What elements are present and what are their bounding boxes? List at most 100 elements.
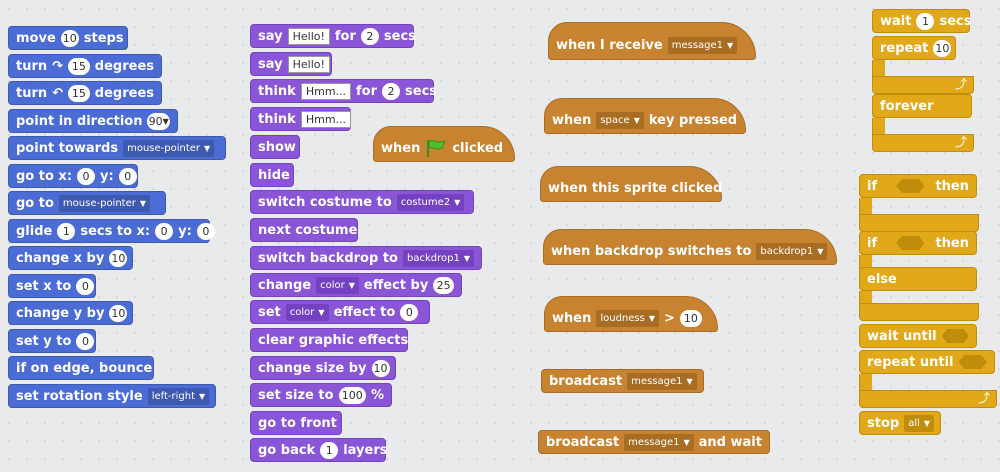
block-label: show bbox=[258, 139, 296, 155]
set-effect-block[interactable]: set color ▼ effect to 0 bbox=[250, 300, 430, 324]
message-input[interactable]: Hmm... bbox=[300, 82, 352, 100]
change-y-block[interactable]: change y by 10 bbox=[8, 301, 133, 325]
value-input[interactable]: 10 bbox=[371, 359, 390, 377]
when-i-receive-block[interactable]: when I receive message1 ▼ bbox=[548, 22, 756, 60]
broadcast-block[interactable]: broadcast message1 ▼ bbox=[541, 369, 704, 393]
when-sprite-clicked-block[interactable]: when this sprite clicked bbox=[540, 166, 722, 202]
direction-dropdown[interactable]: 90 ▼ bbox=[147, 112, 170, 130]
if-then-block[interactable]: if then bbox=[859, 174, 979, 232]
clear-effects-block[interactable]: clear graphic effects bbox=[250, 328, 408, 352]
glide-block[interactable]: glide 1 secs to x: 0 y: 0 bbox=[8, 219, 215, 243]
degrees-input[interactable]: 15 bbox=[68, 57, 90, 75]
condition-slot[interactable] bbox=[896, 236, 925, 250]
wait-until-block[interactable]: wait until bbox=[859, 324, 977, 348]
block-label: change y by bbox=[16, 305, 105, 321]
rotate-right-icon: ↷ bbox=[52, 58, 64, 74]
secs-input[interactable]: 2 bbox=[382, 82, 401, 100]
when-flag-clicked-block[interactable]: when clicked bbox=[373, 126, 515, 162]
threshold-input[interactable]: 10 bbox=[679, 309, 702, 327]
point-towards-block[interactable]: point towards mouse-pointer ▼ bbox=[8, 136, 226, 160]
think-block[interactable]: think Hmm... bbox=[250, 107, 352, 131]
c-foot bbox=[859, 303, 979, 321]
hide-block[interactable]: hide bbox=[250, 163, 294, 187]
next-costume-block[interactable]: next costume bbox=[250, 218, 358, 242]
message-dropdown[interactable]: message1 ▼ bbox=[624, 433, 694, 451]
value-input[interactable]: 10 bbox=[109, 304, 128, 322]
when-key-pressed-block[interactable]: when space ▼ key pressed bbox=[544, 98, 746, 134]
rotation-style-dropdown[interactable]: left-right ▼ bbox=[147, 387, 210, 405]
turn-left-block[interactable]: turn ↶ 15 degrees bbox=[8, 81, 162, 105]
block-label: go to front bbox=[258, 415, 337, 431]
when-loudness-block[interactable]: when loudness ▼ > 10 bbox=[544, 296, 718, 332]
message-dropdown[interactable]: message1 ▼ bbox=[627, 372, 697, 390]
backdrop-dropdown[interactable]: backdrop1 ▼ bbox=[402, 249, 474, 267]
y-input[interactable]: 0 bbox=[118, 167, 137, 185]
message-input[interactable]: Hmm... bbox=[300, 110, 352, 128]
when-backdrop-switches-block[interactable]: when backdrop switches to backdrop1 ▼ bbox=[543, 229, 837, 265]
degrees-input[interactable]: 15 bbox=[68, 84, 90, 102]
value-input[interactable]: 25 bbox=[433, 276, 454, 294]
switch-costume-block[interactable]: switch costume to costume2 ▼ bbox=[250, 190, 474, 214]
target-dropdown[interactable]: mouse-pointer ▼ bbox=[123, 139, 215, 157]
set-x-block[interactable]: set x to 0 bbox=[8, 274, 96, 298]
wait-secs-block[interactable]: wait 1 secs bbox=[872, 9, 971, 33]
show-block[interactable]: show bbox=[250, 135, 300, 159]
broadcast-and-wait-block[interactable]: broadcast message1 ▼ and wait bbox=[538, 430, 770, 454]
value-input[interactable]: 10 bbox=[109, 249, 128, 267]
condition-slot[interactable] bbox=[958, 355, 987, 369]
x-input[interactable]: 0 bbox=[77, 167, 96, 185]
forever-block[interactable]: forever ⤴ bbox=[872, 94, 974, 152]
bounce-block[interactable]: if on edge, bounce bbox=[8, 356, 154, 380]
stop-block[interactable]: stop all ▼ bbox=[859, 411, 941, 435]
change-size-block[interactable]: change size by 10 bbox=[250, 356, 396, 380]
secs-input[interactable]: 1 bbox=[916, 12, 935, 30]
layers-input[interactable]: 1 bbox=[320, 441, 339, 459]
y-input[interactable]: 0 bbox=[196, 222, 215, 240]
message-input[interactable]: Hello! bbox=[287, 55, 330, 73]
condition-slot[interactable] bbox=[896, 179, 925, 193]
costume-dropdown[interactable]: costume2 ▼ bbox=[396, 193, 465, 211]
effect-dropdown[interactable]: color ▼ bbox=[285, 303, 329, 321]
key-dropdown[interactable]: space ▼ bbox=[596, 111, 644, 129]
secs-input[interactable]: 2 bbox=[360, 27, 379, 45]
value-input[interactable]: 100 bbox=[338, 386, 366, 404]
steps-input[interactable]: 10 bbox=[60, 29, 79, 47]
say-for-secs-block[interactable]: say Hello! for 2 secs bbox=[250, 24, 416, 48]
value-input[interactable]: 0 bbox=[76, 332, 95, 350]
target-dropdown[interactable]: mouse-pointer ▼ bbox=[58, 194, 151, 212]
point-direction-block[interactable]: point in direction 90 ▼ bbox=[8, 109, 178, 133]
block-label: when bbox=[552, 112, 592, 128]
move-steps-block[interactable]: move 10 steps bbox=[8, 26, 128, 50]
switch-backdrop-block[interactable]: switch backdrop to backdrop1 ▼ bbox=[250, 246, 482, 270]
message-input[interactable]: Hello! bbox=[287, 27, 330, 45]
set-y-block[interactable]: set y to 0 bbox=[8, 329, 96, 353]
repeat-until-block[interactable]: repeat until ⤴ bbox=[859, 350, 997, 408]
target-value: mouse-pointer bbox=[62, 197, 136, 209]
say-block[interactable]: say Hello! bbox=[250, 52, 332, 76]
value-input[interactable]: 0 bbox=[400, 303, 419, 321]
turn-right-block[interactable]: turn ↷ 15 degrees bbox=[8, 54, 162, 78]
think-for-secs-block[interactable]: think Hmm... for 2 secs bbox=[250, 79, 437, 103]
goto-xy-block[interactable]: go to x: 0 y: 0 bbox=[8, 164, 138, 188]
condition-slot[interactable] bbox=[941, 329, 969, 343]
go-to-front-block[interactable]: go to front bbox=[250, 411, 342, 435]
if-else-block[interactable]: if then else bbox=[859, 231, 979, 321]
change-x-block[interactable]: change x by 10 bbox=[8, 246, 133, 270]
goto-block[interactable]: go to mouse-pointer ▼ bbox=[8, 191, 166, 215]
block-label: think bbox=[258, 83, 296, 99]
message-dropdown[interactable]: message1 ▼ bbox=[667, 36, 738, 54]
change-effect-block[interactable]: change color ▼ effect by 25 bbox=[250, 273, 462, 297]
count-input[interactable]: 10 bbox=[933, 39, 952, 57]
repeat-block[interactable]: repeat 10 ⤴ bbox=[872, 36, 974, 94]
x-input[interactable]: 0 bbox=[155, 222, 174, 240]
backdrop-dropdown[interactable]: backdrop1 ▼ bbox=[756, 242, 828, 260]
value-input[interactable]: 0 bbox=[76, 277, 95, 295]
sensor-dropdown[interactable]: loudness ▼ bbox=[596, 309, 659, 327]
block-label: then bbox=[935, 178, 969, 194]
rotation-style-block[interactable]: set rotation style left-right ▼ bbox=[8, 384, 216, 408]
effect-dropdown[interactable]: color ▼ bbox=[316, 276, 359, 294]
set-size-block[interactable]: set size to 100 % bbox=[250, 383, 392, 407]
secs-input[interactable]: 1 bbox=[57, 222, 76, 240]
stop-dropdown[interactable]: all ▼ bbox=[904, 414, 935, 432]
go-back-layers-block[interactable]: go back 1 layers bbox=[250, 438, 387, 462]
